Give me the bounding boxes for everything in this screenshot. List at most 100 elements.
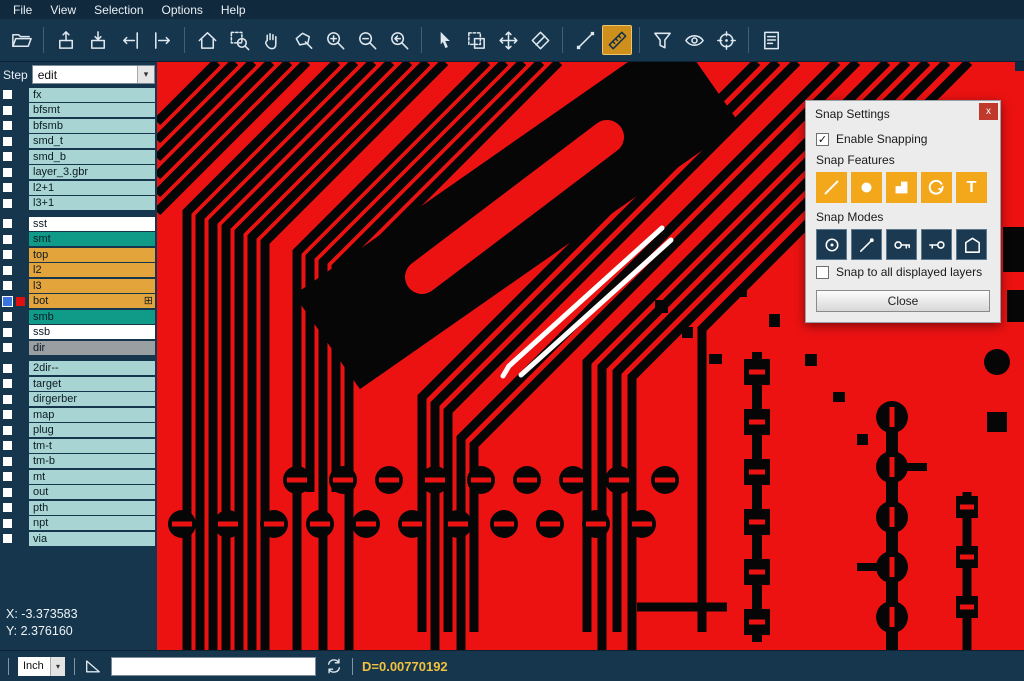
layer-name[interactable]: mt [29, 470, 155, 484]
layer-row-plug[interactable]: plug [0, 423, 157, 439]
layer-visibility-checkbox[interactable] [3, 503, 12, 512]
filter-button[interactable] [647, 25, 677, 55]
chevron-down-icon[interactable]: ▾ [50, 657, 65, 676]
layer-name[interactable]: npt [29, 516, 155, 530]
layer-visibility-checkbox[interactable] [3, 410, 12, 419]
menu-item-help[interactable]: Help [212, 2, 255, 18]
layer-row-l2[interactable]: l2 [0, 263, 157, 279]
mirror-button[interactable] [525, 25, 555, 55]
layer-visibility-checkbox[interactable] [3, 534, 12, 543]
zoom-previous-button[interactable] [384, 25, 414, 55]
layer-name[interactable]: tm-b [29, 454, 155, 468]
layer-row-bfsmt[interactable]: bfsmt [0, 103, 157, 119]
layer-name[interactable]: l3 [29, 279, 155, 293]
layer-row-l2+1[interactable]: l2+1 [0, 180, 157, 196]
layer-visibility-checkbox[interactable] [3, 250, 12, 259]
snap-mode-edge-button[interactable] [886, 229, 917, 260]
layer-row-bfsmb[interactable]: bfsmb [0, 118, 157, 134]
layer-visibility-checkbox[interactable] [3, 152, 12, 161]
layer-name[interactable]: dir [29, 341, 155, 355]
layer-name[interactable]: pth [29, 501, 155, 515]
layer-row-smb[interactable]: smb [0, 309, 157, 325]
snap-all-layers-row[interactable]: Snap to all displayed layers [816, 265, 990, 279]
snap-mode-contour-button[interactable] [956, 229, 987, 260]
layer-name[interactable]: target [29, 377, 155, 391]
menu-item-file[interactable]: File [4, 2, 41, 18]
layer-visibility-checkbox[interactable] [3, 137, 12, 146]
menu-item-options[interactable]: Options [153, 2, 212, 18]
layer-name[interactable]: ssb [29, 325, 155, 339]
export-up-button[interactable] [51, 25, 81, 55]
angle-tool-icon[interactable] [84, 657, 102, 675]
layer-row-smd_t[interactable]: smd_t [0, 134, 157, 150]
layer-name[interactable]: smd_t [29, 134, 155, 148]
layer-name[interactable]: top [29, 248, 155, 262]
layer-visibility-checkbox[interactable] [3, 441, 12, 450]
layer-name[interactable]: bot⊞ [29, 294, 155, 308]
layer-name[interactable]: l2 [29, 263, 155, 277]
layer-name[interactable]: smd_b [29, 150, 155, 164]
layer-name[interactable]: 2dir-- [29, 361, 155, 375]
layer-row-dir[interactable]: dir [0, 340, 157, 356]
report-button[interactable] [756, 25, 786, 55]
open-button[interactable] [6, 25, 36, 55]
layer-row-tm-t[interactable]: tm-t [0, 438, 157, 454]
snap-mode-center-button[interactable] [816, 229, 847, 260]
layer-row-fx[interactable]: fx [0, 87, 157, 103]
layer-visibility-checkbox[interactable] [3, 90, 12, 99]
select-cursor-button[interactable] [429, 25, 459, 55]
zoom-out-button[interactable] [352, 25, 382, 55]
measure-input[interactable] [111, 657, 316, 676]
layer-name[interactable]: l2+1 [29, 181, 155, 195]
enable-snapping-row[interactable]: ✓ Enable Snapping [816, 132, 990, 146]
layer-name[interactable]: bfsmt [29, 103, 155, 117]
layer-visibility-checkbox[interactable] [3, 235, 12, 244]
layer-row-out[interactable]: out [0, 485, 157, 501]
layer-visibility-checkbox[interactable] [3, 106, 12, 115]
view-button[interactable] [679, 25, 709, 55]
snap-feature-text-button[interactable]: T [956, 172, 987, 203]
layer-row-top[interactable]: top [0, 247, 157, 263]
layer-visibility-checkbox[interactable] [3, 343, 12, 352]
layer-name[interactable]: bfsmb [29, 119, 155, 133]
layer-row-sst[interactable]: sst [0, 216, 157, 232]
close-button[interactable]: Close [816, 290, 990, 312]
layer-visibility-checkbox[interactable] [3, 168, 12, 177]
step-select[interactable]: edit ▾ [32, 65, 155, 84]
layer-row-2dir--[interactable]: 2dir-- [0, 361, 157, 377]
pcb-viewport[interactable]: Snap Settings x ✓ Enable Snapping Snap F… [157, 62, 1024, 650]
measure-ruler-button[interactable] [602, 25, 632, 55]
layer-name[interactable]: tm-t [29, 439, 155, 453]
layer-visibility-checkbox[interactable] [3, 121, 12, 130]
apply-left-button[interactable] [115, 25, 145, 55]
import-down-button[interactable] [83, 25, 113, 55]
zoom-in-button[interactable] [320, 25, 350, 55]
home-button[interactable] [192, 25, 222, 55]
layer-row-map[interactable]: map [0, 407, 157, 423]
layer-visibility-checkbox[interactable] [3, 199, 12, 208]
layer-visibility-checkbox[interactable] [3, 297, 12, 306]
layer-name[interactable]: smb [29, 310, 155, 324]
snap-feature-surface-button[interactable] [886, 172, 917, 203]
layer-visibility-checkbox[interactable] [3, 472, 12, 481]
snap-all-layers-checkbox[interactable] [816, 266, 829, 279]
center-finder-button[interactable] [711, 25, 741, 55]
snap-mode-key-button[interactable] [921, 229, 952, 260]
move-button[interactable] [493, 25, 523, 55]
layer-name[interactable]: dirgerber [29, 392, 155, 406]
layer-visibility-checkbox[interactable] [3, 281, 12, 290]
layer-row-layer_3.gbr[interactable]: layer_3.gbr [0, 165, 157, 181]
layer-name[interactable]: sst [29, 217, 155, 231]
line-tool-button[interactable] [570, 25, 600, 55]
chevron-down-icon[interactable]: ▾ [137, 66, 154, 83]
layer-row-smt[interactable]: smt [0, 232, 157, 248]
layer-visibility-checkbox[interactable] [3, 328, 12, 337]
layer-name[interactable]: plug [29, 423, 155, 437]
enable-snapping-checkbox[interactable]: ✓ [816, 133, 829, 146]
layer-visibility-checkbox[interactable] [3, 379, 12, 388]
layer-name[interactable]: layer_3.gbr [29, 165, 155, 179]
layer-visibility-checkbox[interactable] [3, 183, 12, 192]
apply-right-button[interactable] [147, 25, 177, 55]
layer-row-l3+1[interactable]: l3+1 [0, 196, 157, 212]
layer-row-smd_b[interactable]: smd_b [0, 149, 157, 165]
